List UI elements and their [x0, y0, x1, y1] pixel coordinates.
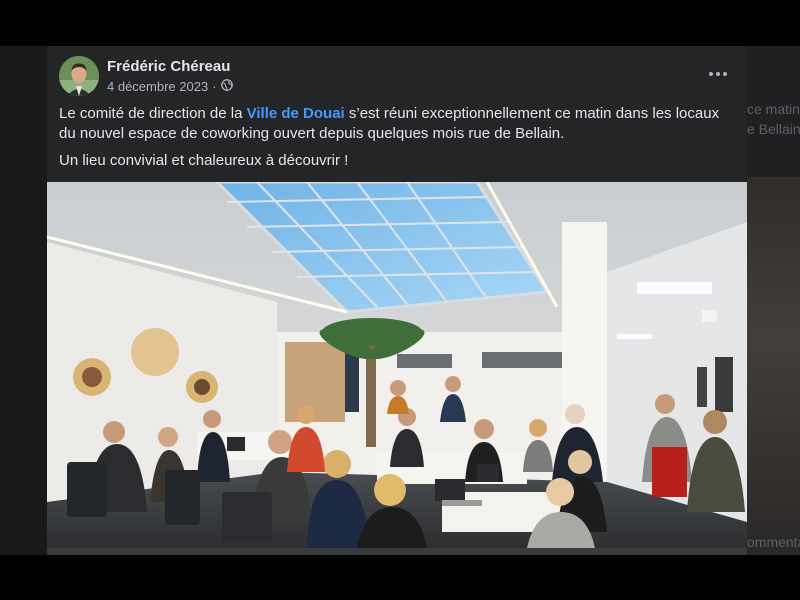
text-segment: Le comité de direction de la [59, 105, 247, 122]
post-date[interactable]: 4 décembre 2023 [107, 79, 208, 94]
meta-separator: · [212, 79, 217, 94]
globe-icon [220, 79, 233, 94]
post-card: Frédéric Chéreau 4 décembre 2023 · Le co… [47, 46, 747, 555]
horizontal-scrollbar[interactable] [47, 548, 747, 555]
page-link[interactable]: Ville de Douai [247, 105, 345, 122]
ghost-text-line: e Bellain. [747, 121, 800, 137]
post-text: Le comité de direction de la Ville de Do… [59, 104, 739, 178]
avatar[interactable] [59, 56, 99, 96]
post-paragraph: Le comité de direction de la Ville de Do… [59, 104, 739, 144]
ghost-text-line: ce matin [747, 101, 800, 117]
author-name[interactable]: Frédéric Chéreau [107, 58, 230, 75]
post-paragraph: Un lieu convivial et chaleureux à découv… [59, 152, 349, 169]
top-overlay-band [0, 0, 800, 46]
background-post-preview: ce matin e Bellain. ommentair [747, 46, 800, 555]
post-meta: 4 décembre 2023 · [107, 79, 233, 94]
post-header [59, 56, 99, 96]
bottom-overlay-band [0, 555, 800, 600]
ghost-text-line: ommentair [747, 534, 800, 550]
post-photo[interactable] [47, 182, 747, 548]
more-options-icon[interactable] [703, 62, 733, 86]
ghost-image [747, 177, 800, 555]
